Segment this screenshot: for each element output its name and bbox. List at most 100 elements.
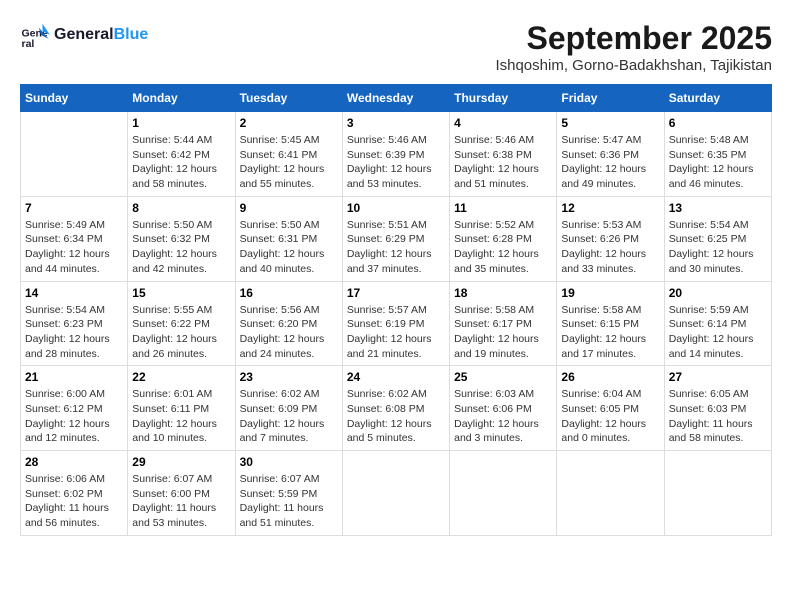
calendar-cell: 4 Sunrise: 5:46 AM Sunset: 6:38 PM Daylig…	[450, 112, 557, 197]
day-info: Sunrise: 5:50 AM Sunset: 6:32 PM Dayligh…	[132, 218, 230, 277]
day-number: 11	[454, 201, 552, 215]
day-number: 21	[25, 370, 123, 384]
day-info: Sunrise: 5:46 AM Sunset: 6:39 PM Dayligh…	[347, 133, 445, 192]
day-number: 27	[669, 370, 767, 384]
day-info: Sunrise: 6:00 AM Sunset: 6:12 PM Dayligh…	[25, 387, 123, 446]
calendar-cell	[342, 451, 449, 536]
svg-text:ral: ral	[22, 38, 35, 50]
day-info: Sunrise: 6:03 AM Sunset: 6:06 PM Dayligh…	[454, 387, 552, 446]
day-number: 20	[669, 286, 767, 300]
header-thursday: Thursday	[450, 85, 557, 112]
calendar-cell	[664, 451, 771, 536]
day-number: 26	[561, 370, 659, 384]
logo-icon: Gene ral	[20, 20, 50, 50]
day-info: Sunrise: 6:06 AM Sunset: 6:02 PM Dayligh…	[25, 472, 123, 531]
logo-blue: Blue	[114, 26, 149, 43]
calendar-cell: 10 Sunrise: 5:51 AM Sunset: 6:29 PM Dayli…	[342, 196, 449, 281]
day-number: 15	[132, 286, 230, 300]
day-info: Sunrise: 5:54 AM Sunset: 6:25 PM Dayligh…	[669, 218, 767, 277]
calendar-cell: 3 Sunrise: 5:46 AM Sunset: 6:39 PM Daylig…	[342, 112, 449, 197]
calendar-cell: 12 Sunrise: 5:53 AM Sunset: 6:26 PM Dayli…	[557, 196, 664, 281]
calendar-cell: 28 Sunrise: 6:06 AM Sunset: 6:02 PM Dayli…	[21, 451, 128, 536]
calendar-cell: 23 Sunrise: 6:02 AM Sunset: 6:09 PM Dayli…	[235, 366, 342, 451]
logo: Gene ral GeneralBlue	[20, 20, 148, 50]
calendar-cell: 7Sunrise: 5:49 AM Sunset: 6:34 PM Daylig…	[21, 196, 128, 281]
calendar-cell: 25 Sunrise: 6:03 AM Sunset: 6:06 PM Dayli…	[450, 366, 557, 451]
calendar-cell: 18 Sunrise: 5:58 AM Sunset: 6:17 PM Dayli…	[450, 281, 557, 366]
day-info: Sunrise: 5:53 AM Sunset: 6:26 PM Dayligh…	[561, 218, 659, 277]
calendar-cell: 26Sunrise: 6:04 AM Sunset: 6:05 PM Dayli…	[557, 366, 664, 451]
calendar-cell: 19 Sunrise: 5:58 AM Sunset: 6:15 PM Dayli…	[557, 281, 664, 366]
calendar-cell: 8 Sunrise: 5:50 AM Sunset: 6:32 PM Daylig…	[128, 196, 235, 281]
day-number: 1	[132, 116, 230, 130]
day-info: Sunrise: 5:51 AM Sunset: 6:29 PM Dayligh…	[347, 218, 445, 277]
day-info: Sunrise: 5:58 AM Sunset: 6:17 PM Dayligh…	[454, 303, 552, 362]
header-wednesday: Wednesday	[342, 85, 449, 112]
calendar-cell: 11 Sunrise: 5:52 AM Sunset: 6:28 PM Dayli…	[450, 196, 557, 281]
day-number: 25	[454, 370, 552, 384]
logo-general: General	[54, 26, 114, 43]
day-info: Sunrise: 5:58 AM Sunset: 6:15 PM Dayligh…	[561, 303, 659, 362]
page-title: September 2025	[495, 20, 772, 57]
day-info: Sunrise: 5:48 AM Sunset: 6:35 PM Dayligh…	[669, 133, 767, 192]
day-info: Sunrise: 5:56 AM Sunset: 6:20 PM Dayligh…	[240, 303, 338, 362]
day-number: 9	[240, 201, 338, 215]
day-info: Sunrise: 5:46 AM Sunset: 6:38 PM Dayligh…	[454, 133, 552, 192]
day-info: Sunrise: 5:57 AM Sunset: 6:19 PM Dayligh…	[347, 303, 445, 362]
header-sunday: Sunday	[21, 85, 128, 112]
calendar-cell	[21, 112, 128, 197]
calendar-cell: 30Sunrise: 6:07 AM Sunset: 5:59 PM Dayli…	[235, 451, 342, 536]
calendar-cell: 21 Sunrise: 6:00 AM Sunset: 6:12 PM Dayli…	[21, 366, 128, 451]
day-info: Sunrise: 6:01 AM Sunset: 6:11 PM Dayligh…	[132, 387, 230, 446]
day-number: 23	[240, 370, 338, 384]
day-number: 10	[347, 201, 445, 215]
day-info: Sunrise: 5:59 AM Sunset: 6:14 PM Dayligh…	[669, 303, 767, 362]
day-number: 13	[669, 201, 767, 215]
day-number: 14	[25, 286, 123, 300]
day-number: 12	[561, 201, 659, 215]
day-info: Sunrise: 6:02 AM Sunset: 6:09 PM Dayligh…	[240, 387, 338, 446]
calendar-cell: 2 Sunrise: 5:45 AM Sunset: 6:41 PM Daylig…	[235, 112, 342, 197]
day-number: 4	[454, 116, 552, 130]
calendar-cell: 15 Sunrise: 5:55 AM Sunset: 6:22 PM Dayli…	[128, 281, 235, 366]
calendar-cell: 1 Sunrise: 5:44 AM Sunset: 6:42 PM Daylig…	[128, 112, 235, 197]
page-subtitle: Ishqoshim, Gorno-Badakhshan, Tajikistan	[495, 57, 772, 74]
day-info: Sunrise: 5:47 AM Sunset: 6:36 PM Dayligh…	[561, 133, 659, 192]
day-number: 29	[132, 455, 230, 469]
day-info: Sunrise: 5:52 AM Sunset: 6:28 PM Dayligh…	[454, 218, 552, 277]
day-number: 2	[240, 116, 338, 130]
day-number: 24	[347, 370, 445, 384]
calendar-cell: 16 Sunrise: 5:56 AM Sunset: 6:20 PM Dayli…	[235, 281, 342, 366]
day-number: 30	[240, 455, 338, 469]
day-info: Sunrise: 5:45 AM Sunset: 6:41 PM Dayligh…	[240, 133, 338, 192]
header-monday: Monday	[128, 85, 235, 112]
day-number: 16	[240, 286, 338, 300]
day-number: 28	[25, 455, 123, 469]
calendar-cell: 27 Sunrise: 6:05 AM Sunset: 6:03 PM Dayli…	[664, 366, 771, 451]
day-info: Sunrise: 5:55 AM Sunset: 6:22 PM Dayligh…	[132, 303, 230, 362]
day-info: Sunrise: 5:49 AM Sunset: 6:34 PM Dayligh…	[25, 218, 123, 277]
calendar-cell: 5Sunrise: 5:47 AM Sunset: 6:36 PM Daylig…	[557, 112, 664, 197]
day-info: Sunrise: 5:50 AM Sunset: 6:31 PM Dayligh…	[240, 218, 338, 277]
calendar-cell	[450, 451, 557, 536]
day-number: 3	[347, 116, 445, 130]
calendar-cell: 17 Sunrise: 5:57 AM Sunset: 6:19 PM Dayli…	[342, 281, 449, 366]
day-number: 18	[454, 286, 552, 300]
calendar-cell: 20 Sunrise: 5:59 AM Sunset: 6:14 PM Dayli…	[664, 281, 771, 366]
day-info: Sunrise: 6:02 AM Sunset: 6:08 PM Dayligh…	[347, 387, 445, 446]
calendar-cell: 6 Sunrise: 5:48 AM Sunset: 6:35 PM Daylig…	[664, 112, 771, 197]
day-number: 19	[561, 286, 659, 300]
day-number: 17	[347, 286, 445, 300]
day-number: 22	[132, 370, 230, 384]
day-info: Sunrise: 5:54 AM Sunset: 6:23 PM Dayligh…	[25, 303, 123, 362]
header-friday: Friday	[557, 85, 664, 112]
calendar-cell: 13 Sunrise: 5:54 AM Sunset: 6:25 PM Dayli…	[664, 196, 771, 281]
calendar-cell: 9 Sunrise: 5:50 AM Sunset: 6:31 PM Daylig…	[235, 196, 342, 281]
day-info: Sunrise: 5:44 AM Sunset: 6:42 PM Dayligh…	[132, 133, 230, 192]
day-number: 6	[669, 116, 767, 130]
day-info: Sunrise: 6:05 AM Sunset: 6:03 PM Dayligh…	[669, 387, 767, 446]
day-info: Sunrise: 6:07 AM Sunset: 6:00 PM Dayligh…	[132, 472, 230, 531]
day-number: 8	[132, 201, 230, 215]
calendar-cell: 14 Sunrise: 5:54 AM Sunset: 6:23 PM Dayli…	[21, 281, 128, 366]
header-saturday: Saturday	[664, 85, 771, 112]
